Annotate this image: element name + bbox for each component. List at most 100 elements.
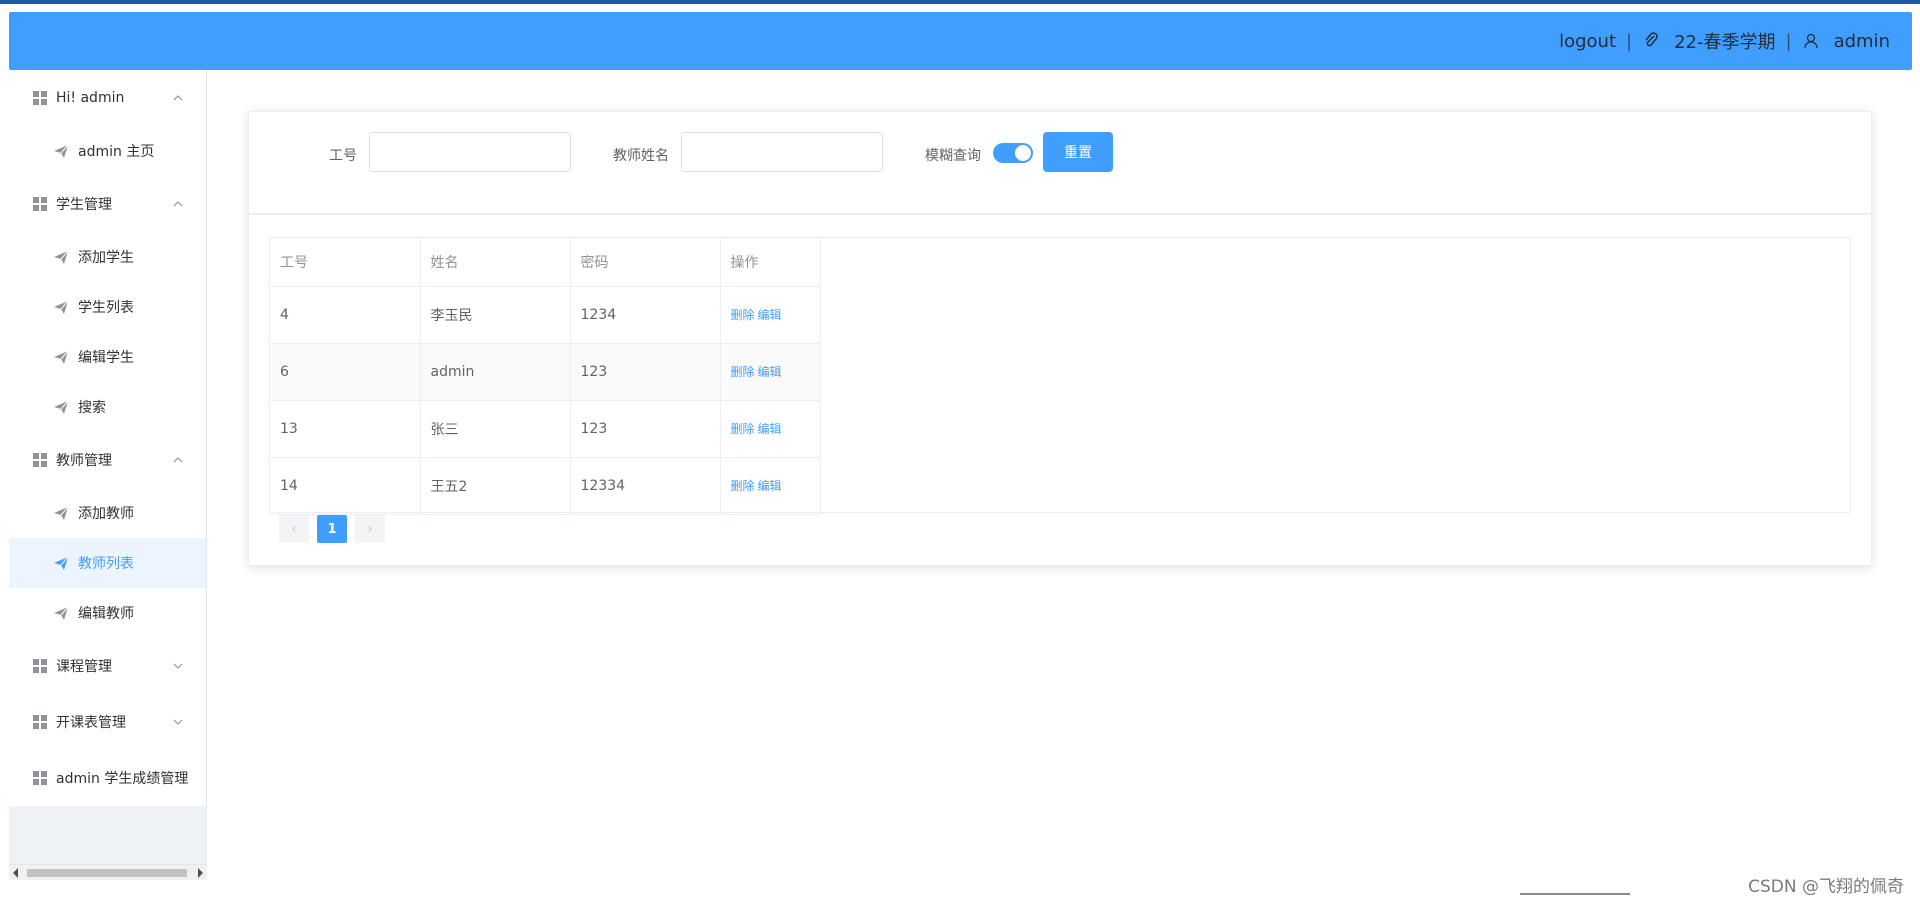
search-form: 工号 教师姓名 模糊查询 重置: [249, 112, 1871, 215]
sidebar-item-edit-student[interactable]: 编辑学生: [9, 332, 206, 382]
delete-link[interactable]: 删除: [731, 422, 755, 436]
sidebar-horizontal-scrollbar[interactable]: [9, 864, 207, 880]
scrollbar-thumb[interactable]: [27, 869, 187, 877]
cell-actions: 删除 编辑: [720, 400, 821, 458]
cell-name: admin: [420, 343, 571, 401]
sidebar-item-edit-teacher[interactable]: 编辑教师: [9, 588, 206, 638]
chevron-down-icon: [173, 663, 183, 669]
teacher-id-input[interactable]: [369, 132, 571, 172]
cell-name: 李玉民: [420, 286, 571, 344]
menu-group-hi-admin[interactable]: Hi! admin: [9, 70, 206, 126]
table-row: 6 admin 123 删除 编辑: [270, 343, 821, 401]
menu-group-teacher-management[interactable]: 教师管理: [9, 432, 206, 488]
sidebar-item-add-student[interactable]: 添加学生: [9, 232, 206, 282]
fuzzy-search-label: 模糊查询: [925, 148, 981, 164]
table-header-row: 工号 姓名 密码 操作: [270, 238, 821, 287]
sidebar-item-label: 编辑教师: [78, 606, 134, 622]
cell-id: 4: [270, 286, 421, 344]
sidebar-item-student-list[interactable]: 学生列表: [9, 282, 206, 332]
cell-id: 6: [270, 343, 421, 401]
grid-icon: [33, 453, 47, 467]
prev-page-button[interactable]: ‹: [279, 515, 309, 543]
scroll-right-arrow-icon[interactable]: [198, 868, 203, 878]
table-row: 4 李玉民 1234 删除 编辑: [270, 286, 821, 344]
sidebar-item-teacher-list[interactable]: 教师列表: [9, 538, 206, 588]
menu-group-label: Hi! admin: [56, 90, 125, 106]
teacher-id-label: 工号: [329, 148, 357, 164]
cell-name: 王五2: [420, 457, 571, 515]
decorative-scribble: [1520, 893, 1630, 899]
grid-icon: [33, 715, 47, 729]
column-header: 密码: [570, 238, 721, 287]
column-header: 姓名: [420, 238, 571, 287]
cell-actions: 删除 编辑: [720, 343, 821, 401]
sidebar-item-label: 添加教师: [78, 506, 134, 522]
top-header: logout | 22-春季学期 | admin: [9, 12, 1912, 70]
edit-link[interactable]: 编辑: [758, 308, 782, 322]
cell-password: 1234: [570, 286, 721, 344]
paperclip-icon: [1645, 32, 1658, 47]
edit-link[interactable]: 编辑: [758, 479, 782, 493]
sidebar-item-add-teacher[interactable]: 添加教师: [9, 488, 206, 538]
cell-password: 12334: [570, 457, 721, 515]
watermark: CSDN @飞翔的佩奇: [1748, 877, 1904, 897]
chevron-up-icon: [173, 95, 183, 101]
delete-link[interactable]: 删除: [731, 365, 755, 379]
cell-name: 张三: [420, 400, 571, 458]
cell-password: 123: [570, 400, 721, 458]
chevron-up-icon: [173, 201, 183, 207]
sidebar-item-search[interactable]: 搜索: [9, 382, 206, 432]
sidebar-item-label: admin 主页: [78, 144, 155, 160]
sidebar-menu: Hi! admin admin 主页 学生管理 添加学生 学生列表 编辑学生 搜…: [9, 70, 206, 806]
grid-icon: [33, 197, 47, 211]
sidebar: Hi! admin admin 主页 学生管理 添加学生 学生列表 编辑学生 搜…: [9, 70, 207, 878]
delete-link[interactable]: 删除: [731, 479, 755, 493]
grid-icon: [33, 659, 47, 673]
menu-group-student-management[interactable]: 学生管理: [9, 176, 206, 232]
logout-link[interactable]: logout: [1559, 31, 1616, 52]
table-row: 13 张三 123 删除 编辑: [270, 400, 821, 458]
user-icon: [1803, 33, 1818, 49]
next-page-button[interactable]: ›: [355, 515, 385, 543]
paper-plane-icon: [54, 350, 69, 364]
menu-group-course-management[interactable]: 课程管理: [9, 638, 206, 694]
sidebar-item-label: 搜索: [78, 400, 106, 416]
reset-button[interactable]: 重置: [1043, 132, 1113, 172]
teacher-name-label: 教师姓名: [613, 148, 669, 164]
teacher-name-input[interactable]: [681, 132, 883, 172]
menu-group-schedule-management[interactable]: 开课表管理: [9, 694, 206, 750]
scroll-left-arrow-icon[interactable]: [13, 868, 18, 878]
grid-icon: [33, 771, 47, 785]
cell-id: 13: [270, 400, 421, 458]
teacher-table: 工号 姓名 密码 操作 4 李玉民 1234 删除 编辑 6 admin 123…: [269, 237, 1851, 515]
paper-plane-icon: [54, 556, 69, 570]
paper-plane-icon: [54, 606, 69, 620]
sidebar-item-label: 添加学生: [78, 250, 134, 266]
page-number-button[interactable]: 1: [317, 515, 347, 543]
column-header: 工号: [270, 238, 421, 287]
top-accent-line: [0, 0, 1920, 4]
sidebar-item-admin-home[interactable]: admin 主页: [9, 126, 206, 176]
main-card: 工号 教师姓名 模糊查询 重置 工号 姓名 密码 操作 4 李玉民 1234 删…: [248, 111, 1872, 566]
column-header: 操作: [720, 238, 821, 287]
sidebar-item-label: 编辑学生: [78, 350, 134, 366]
menu-group-grade-management[interactable]: admin 学生成绩管理: [9, 750, 206, 806]
cell-password: 123: [570, 343, 721, 401]
menu-group-label: 学生管理: [56, 197, 112, 213]
delete-link[interactable]: 删除: [731, 308, 755, 322]
pagination: ‹ 1 ›: [279, 515, 385, 543]
edit-link[interactable]: 编辑: [758, 365, 782, 379]
teacher-table-grid: 工号 姓名 密码 操作 4 李玉民 1234 删除 编辑 6 admin 123…: [270, 238, 821, 515]
table-row: 14 王五2 12334 删除 编辑: [270, 457, 821, 515]
user-menu[interactable]: admin: [1802, 31, 1890, 52]
term-selector[interactable]: 22-春季学期: [1642, 28, 1776, 54]
term-label: 22-春季学期: [1674, 32, 1776, 53]
paper-plane-icon: [54, 400, 69, 414]
menu-group-label: 课程管理: [56, 659, 112, 675]
header-separator: |: [1785, 30, 1792, 52]
edit-link[interactable]: 编辑: [758, 422, 782, 436]
cell-actions: 删除 编辑: [720, 286, 821, 344]
chevron-up-icon: [173, 457, 183, 463]
fuzzy-search-toggle[interactable]: [993, 143, 1033, 163]
paper-plane-icon: [54, 300, 69, 314]
